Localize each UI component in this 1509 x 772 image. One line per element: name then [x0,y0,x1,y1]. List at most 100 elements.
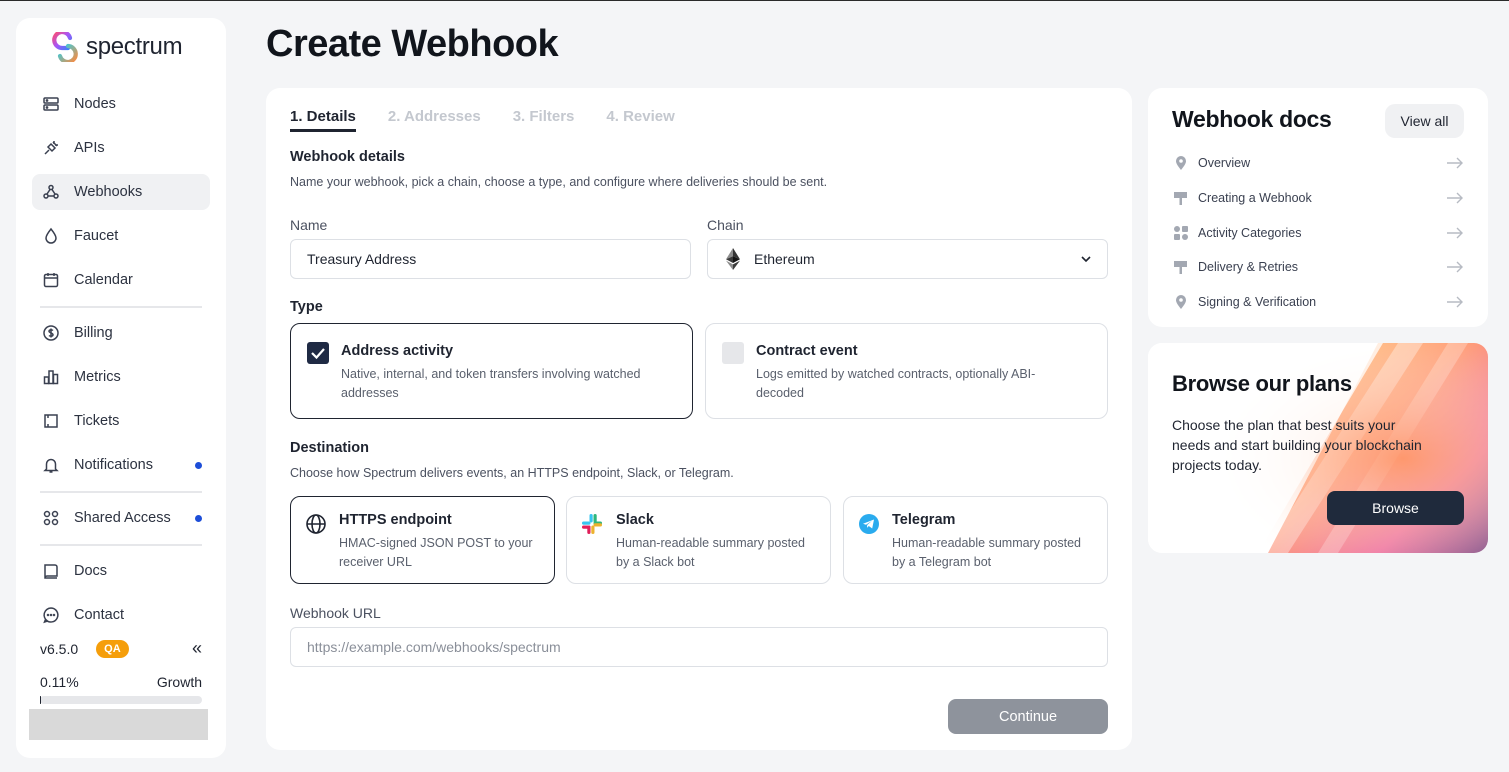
chain-label: Chain [707,217,744,233]
details-title: Webhook details [290,149,405,165]
checkmark-icon [311,348,325,360]
option-desc: Native, internal, and token transfers in… [341,367,641,400]
sidebar-item-label: Webhooks [74,184,143,200]
notification-dot [195,514,202,522]
view-all-button[interactable]: View all [1385,104,1464,138]
webhook-url-input[interactable]: https://example.com/webhooks/spectrum [290,627,1108,667]
arrow-right-icon [1447,157,1463,169]
sidebar-item-label: Shared Access [74,510,171,526]
grid-circles-icon [42,509,60,527]
plan-label: Growth [156,674,202,690]
checkbox-unchecked[interactable] [722,342,744,364]
sidebar-item-faucet[interactable]: Faucet [32,218,210,254]
notification-dot [195,461,202,469]
webhook-icon [42,183,60,201]
arrow-right-icon [1447,192,1463,204]
book-icon [42,562,60,580]
bell-icon [42,456,60,474]
option-desc: Logs emitted by watched contracts, optio… [756,367,1036,400]
doc-link-label: Creating a Webhook [1198,191,1312,205]
option-title: HTTPS endpoint [339,512,452,528]
usage-progress-fill [40,696,41,704]
version-row: v6.5.0 QA « [40,638,202,659]
doc-link-label: Activity Categories [1198,226,1302,240]
step-review[interactable]: 4. Review [606,108,674,132]
sidebar-item-label: Tickets [74,413,120,429]
name-input[interactable]: Treasury Address [290,239,691,279]
type-title: Type [290,299,323,315]
sidebar-item-metrics[interactable]: Metrics [32,359,210,395]
env-badge: QA [96,639,129,658]
doc-link-delivery[interactable]: Delivery & Retries [1172,257,1464,277]
doc-link-signing[interactable]: Signing & Verification [1172,292,1464,312]
ethereum-icon [726,248,740,270]
option-title: Slack [616,512,654,528]
sidebar-item-tickets[interactable]: Tickets [32,403,210,439]
browse-button[interactable]: Browse [1327,491,1464,525]
stepper: 1. Details 2. Addresses 3. Filters 4. Re… [290,108,675,132]
sidebar-item-nodes[interactable]: Nodes [32,86,210,122]
usage-row: 0.11% Growth [40,674,202,690]
arrow-right-icon [1447,296,1463,308]
spectrum-logo-icon [52,32,78,62]
sidebar-item-shared-access[interactable]: Shared Access [32,500,210,536]
signpost-icon [1174,192,1187,205]
doc-link-label: Overview [1198,156,1251,170]
slack-icon [582,514,602,534]
droplet-icon [42,227,60,245]
plug-icon [42,139,60,157]
chat-icon [42,606,60,624]
doc-link-categories[interactable]: Activity Categories [1172,223,1464,243]
details-subtitle: Name your webhook, pick a chain, choose … [290,175,828,189]
sidebar-divider [40,306,202,308]
server-icon [42,95,60,113]
sidebar-item-calendar[interactable]: Calendar [32,262,210,298]
usage-progress-bar [40,696,202,704]
logo[interactable]: spectrum [50,32,183,62]
sidebar-item-label: Billing [74,325,113,341]
globe-icon [306,514,326,534]
webhook-form-card: 1. Details 2. Addresses 3. Filters 4. Re… [266,88,1132,750]
step-addresses[interactable]: 2. Addresses [388,108,481,132]
bar-chart-icon [42,368,60,386]
sidebar-item-label: APIs [74,140,105,156]
sidebar-item-label: Contact [74,607,124,623]
sidebar-item-label: Metrics [74,369,121,385]
option-desc: Human-readable summary posted by a Slack… [616,536,805,569]
calendar-icon [42,271,60,289]
ticket-icon [42,412,60,430]
option-title: Telegram [892,512,956,528]
sidebar-item-webhooks[interactable]: Webhooks [32,174,210,210]
type-option-address-activity[interactable]: Address activity Native, internal, and t… [290,323,693,419]
sidebar-item-apis[interactable]: APIs [32,130,210,166]
sidebar-item-billing[interactable]: Billing [32,315,210,351]
option-desc: HMAC-signed JSON POST to your receiver U… [339,536,533,569]
doc-link-overview[interactable]: Overview [1172,153,1464,173]
placeholder-block [29,709,208,740]
sidebar-item-contact[interactable]: Contact [32,597,210,633]
type-option-contract-event[interactable]: Contract event Logs emitted by watched c… [705,323,1108,419]
destination-option-https[interactable]: HTTPS endpoint HMAC-signed JSON POST to … [290,496,555,584]
sidebar-item-label: Docs [74,563,108,579]
step-details[interactable]: 1. Details [290,108,356,132]
destination-option-telegram[interactable]: Telegram Human-readable summary posted b… [843,496,1108,584]
location-pin-icon [1176,156,1186,170]
sidebar-item-docs[interactable]: Docs [32,553,210,589]
continue-button[interactable]: Continue [948,699,1108,734]
destination-subtitle: Choose how Spectrum delivers events, an … [290,466,734,480]
chain-select[interactable]: Ethereum [707,239,1108,279]
sidebar-item-label: Nodes [74,96,116,112]
logo-text: spectrum [86,33,183,60]
sidebar-item-label: Calendar [74,272,133,288]
name-label: Name [290,217,328,233]
collapse-sidebar-icon[interactable]: « [192,638,202,659]
sidebar-item-label: Notifications [74,457,153,473]
destination-title: Destination [290,440,369,456]
dollar-icon [42,324,60,342]
doc-link-label: Delivery & Retries [1198,260,1299,274]
sidebar-item-notifications[interactable]: Notifications [32,447,210,483]
doc-link-creating[interactable]: Creating a Webhook [1172,188,1464,208]
step-filters[interactable]: 3. Filters [513,108,575,132]
checkbox-checked[interactable] [307,342,329,364]
destination-option-slack[interactable]: Slack Human-readable summary posted by a… [566,496,831,584]
